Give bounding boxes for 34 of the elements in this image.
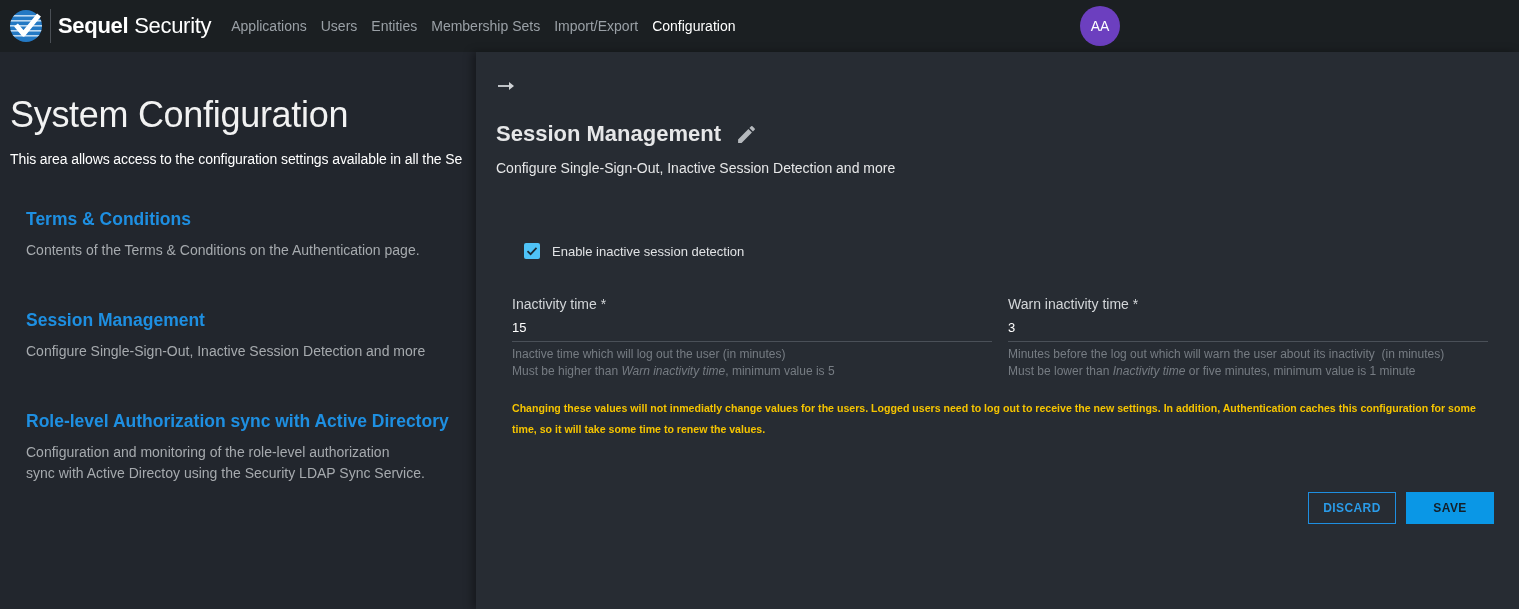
hint-text: Inactive time which will log out the user (in minutes) [512, 346, 786, 363]
save-button[interactable]: SAVE [1406, 492, 1494, 524]
nav-link[interactable]: Users [320, 18, 358, 34]
nav-link[interactable]: Entities [371, 18, 418, 34]
warning-text: Changing these values will not inmediatly change values for the users. Logged users need to log out to receive the new settings. In addition, Authentication caches this configuration for some time, so it will take some time to renew the values. [512, 401, 1477, 437]
section-description: Configure Single-Sign-Out, Inactive Session Detection and more [26, 342, 426, 361]
hint-text: Must be lower than Inactivity time or five minutes, minimum value is 1 minute [1008, 363, 1416, 380]
nav-link[interactable]: Applications [231, 18, 307, 34]
section-link[interactable]: Terms & Conditions [26, 207, 191, 231]
text-field[interactable]: 3 [1008, 314, 1488, 342]
field-label: Inactivity time * [512, 295, 607, 314]
pencil-icon[interactable] [737, 125, 755, 143]
avatar[interactable]: AA [1080, 6, 1120, 46]
arrow-right-icon[interactable] [498, 82, 514, 90]
panel-description: Configure Single-Sign-Out, Inactive Session Detection and more [496, 159, 897, 178]
section-link[interactable]: Session Management [26, 308, 205, 332]
page-title: System Configuration [10, 93, 350, 137]
panel-title: Session Management [496, 120, 721, 148]
field-label: Warn inactivity time * [1008, 295, 1139, 314]
discard-button[interactable]: DISCARD [1308, 492, 1396, 524]
checkbox[interactable] [524, 243, 540, 259]
logo-icon[interactable] [10, 10, 42, 42]
section-description: Contents of the Terms & Conditions on the Authentication page. [26, 241, 420, 260]
brand-name: Sequel Security [58, 13, 212, 39]
text-field[interactable]: 15 [512, 314, 992, 342]
nav-link[interactable]: Import/Export [554, 18, 639, 34]
page-description: This area allows access to the configuration settings available in all the Se [10, 150, 464, 169]
hint-text: Minutes before the log out which will warn the user about its inactivity (in minutes) [1008, 346, 1445, 363]
checkbox-label: Enable inactive session detection [552, 243, 745, 259]
section-link[interactable]: Role-level Authorization sync with Active Directory [26, 409, 449, 433]
nav-link[interactable]: Membership Sets [431, 18, 541, 34]
section-description: Configuration and monitoring of the role-level authorization sync with Active Directoy using the Security LDAP Sync Service. [26, 443, 425, 483]
nav-link[interactable]: Configuration [652, 18, 736, 34]
hint-text: Must be higher than Warn inactivity time, minimum value is 5 [512, 363, 835, 380]
